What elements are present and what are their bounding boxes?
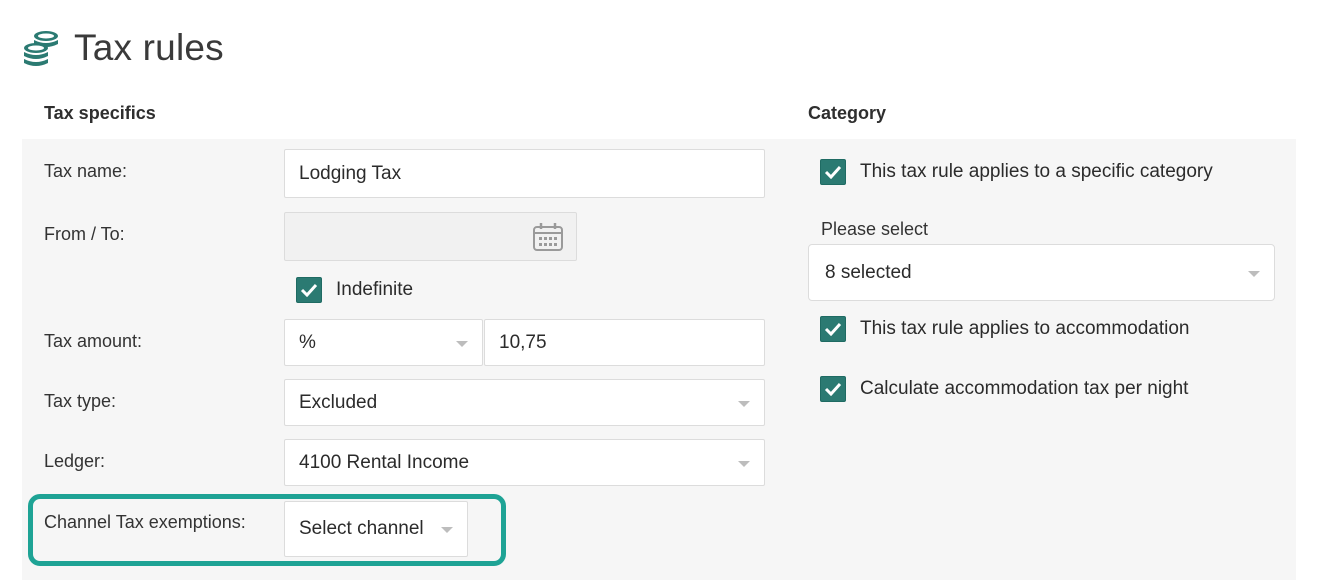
tax-name-input[interactable]: Lodging Tax (284, 149, 765, 198)
tax-specifics-heading: Tax specifics (44, 103, 156, 123)
tax-type-select[interactable]: Excluded (284, 379, 765, 426)
tax-name-value: Lodging Tax (299, 162, 402, 184)
date-range-input[interactable] (284, 212, 577, 261)
check-icon (820, 316, 846, 342)
indefinite-label: Indefinite (336, 279, 414, 300)
highlight-outline (28, 494, 506, 566)
check-icon (820, 159, 846, 185)
specific-category-checkbox[interactable]: This tax rule applies to a specific cate… (820, 159, 1213, 185)
indefinite-checkbox[interactable]: Indefinite (296, 277, 413, 303)
tax-amount-unit-value: % (299, 331, 316, 353)
tax-amount-unit-select[interactable]: % (284, 319, 483, 366)
tax-amount-label: Tax amount: (44, 331, 143, 351)
chevron-down-icon (1248, 270, 1260, 277)
category-multiselect[interactable]: 8 selected (808, 244, 1275, 301)
applies-accommodation-label: This tax rule applies to accommodation (860, 318, 1190, 339)
page-header: Tax rules (22, 26, 224, 70)
check-icon (296, 277, 322, 303)
tax-type-label: Tax type: (44, 391, 117, 411)
category-heading: Category (808, 103, 887, 123)
chevron-down-icon (738, 460, 750, 467)
category-multiselect-value: 8 selected (825, 261, 912, 283)
ledger-label: Ledger: (44, 451, 106, 471)
tax-amount-value: 10,75 (499, 331, 547, 353)
page-title: Tax rules (74, 27, 224, 68)
please-select-label: Please select (821, 219, 929, 239)
ledger-select[interactable]: 4100 Rental Income (284, 439, 765, 486)
tax-type-value: Excluded (299, 391, 378, 413)
applies-accommodation-checkbox[interactable]: This tax rule applies to accommodation (820, 316, 1190, 342)
from-to-label: From / To: (44, 224, 125, 244)
check-icon (820, 376, 846, 402)
chevron-down-icon (738, 400, 750, 407)
per-night-label: Calculate accommodation tax per night (860, 378, 1189, 399)
calendar-icon[interactable] (532, 222, 564, 252)
specific-category-label: This tax rule applies to a specific cate… (860, 161, 1213, 182)
coins-stack-icon (24, 31, 58, 66)
tax-amount-input[interactable]: 10,75 (484, 319, 765, 366)
tax-name-label: Tax name: (44, 161, 128, 181)
ledger-value: 4100 Rental Income (299, 451, 470, 473)
per-night-checkbox[interactable]: Calculate accommodation tax per night (820, 376, 1188, 402)
chevron-down-icon (456, 340, 468, 347)
